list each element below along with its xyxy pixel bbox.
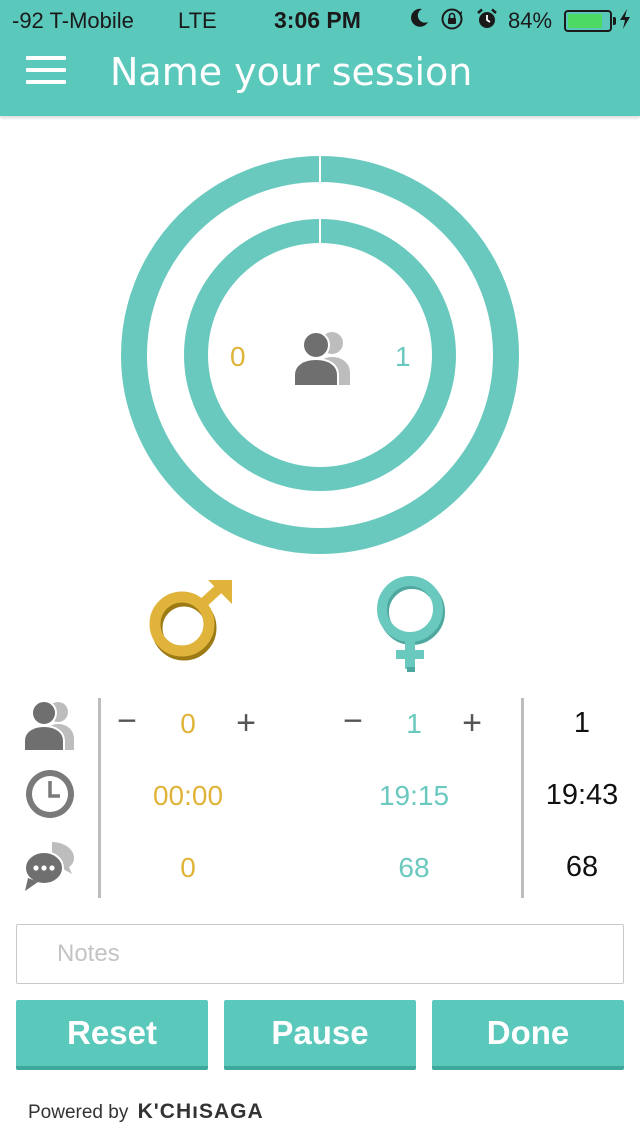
ring-male-count: 0 — [230, 341, 246, 372]
carrier-label: -92 T-Mobile — [12, 8, 134, 33]
pause-button[interactable]: Pause — [224, 1000, 416, 1070]
brand-logo[interactable]: K'CHıSAGA — [138, 1100, 264, 1123]
total-participants: 1 — [573, 707, 591, 739]
chat-icon — [24, 842, 74, 891]
notes-input[interactable] — [16, 924, 624, 984]
status-bar: -92 T-Mobile LTE 3:06 PM 84% — [0, 0, 640, 40]
stats-divider-left — [98, 698, 101, 898]
powered-by-footer: Powered by K'CHıSAGA — [28, 1100, 264, 1124]
stats-divider-right — [521, 698, 524, 898]
female-decrement-button[interactable]: − — [338, 702, 368, 741]
app-header: -92 T-Mobile LTE 3:06 PM 84% Name your s… — [0, 0, 640, 116]
battery-level-fill — [568, 14, 602, 28]
reset-button[interactable]: Reset — [16, 1000, 208, 1070]
female-turn-count: 68 — [398, 852, 430, 883]
female-increment-button[interactable]: + — [457, 704, 487, 743]
male-decrement-button[interactable]: − — [112, 702, 142, 741]
do-not-disturb-icon — [411, 8, 428, 27]
total-turn-count: 68 — [565, 851, 599, 883]
charging-bolt-icon — [620, 9, 630, 29]
clock-icon — [26, 770, 74, 818]
female-symbol-icon[interactable] — [372, 574, 452, 674]
hamburger-icon[interactable] — [26, 56, 66, 86]
page-title[interactable]: Name your session — [110, 50, 472, 94]
male-symbol-icon[interactable] — [148, 576, 238, 662]
people-icon — [23, 700, 74, 752]
male-participant-count: 0 — [180, 708, 196, 739]
female-participant-count: 1 — [406, 708, 422, 739]
clock-time: 3:06 PM — [274, 7, 361, 33]
battery-percent: 84% — [508, 8, 553, 33]
total-talk-time: 19:43 — [545, 779, 619, 811]
male-turn-count: 0 — [180, 852, 196, 883]
alarm-icon — [477, 8, 497, 28]
done-button[interactable]: Done — [432, 1000, 624, 1070]
ring-female-count: 1 — [395, 341, 411, 372]
network-label: LTE — [178, 8, 217, 33]
male-talk-time: 00:00 — [152, 780, 224, 811]
male-increment-button[interactable]: + — [231, 704, 261, 743]
rotation-lock-icon — [441, 8, 463, 30]
battery-icon — [564, 10, 616, 32]
people-icon — [293, 331, 350, 387]
female-talk-time: 19:15 — [378, 780, 450, 811]
powered-by-label: Powered by — [28, 1102, 129, 1123]
